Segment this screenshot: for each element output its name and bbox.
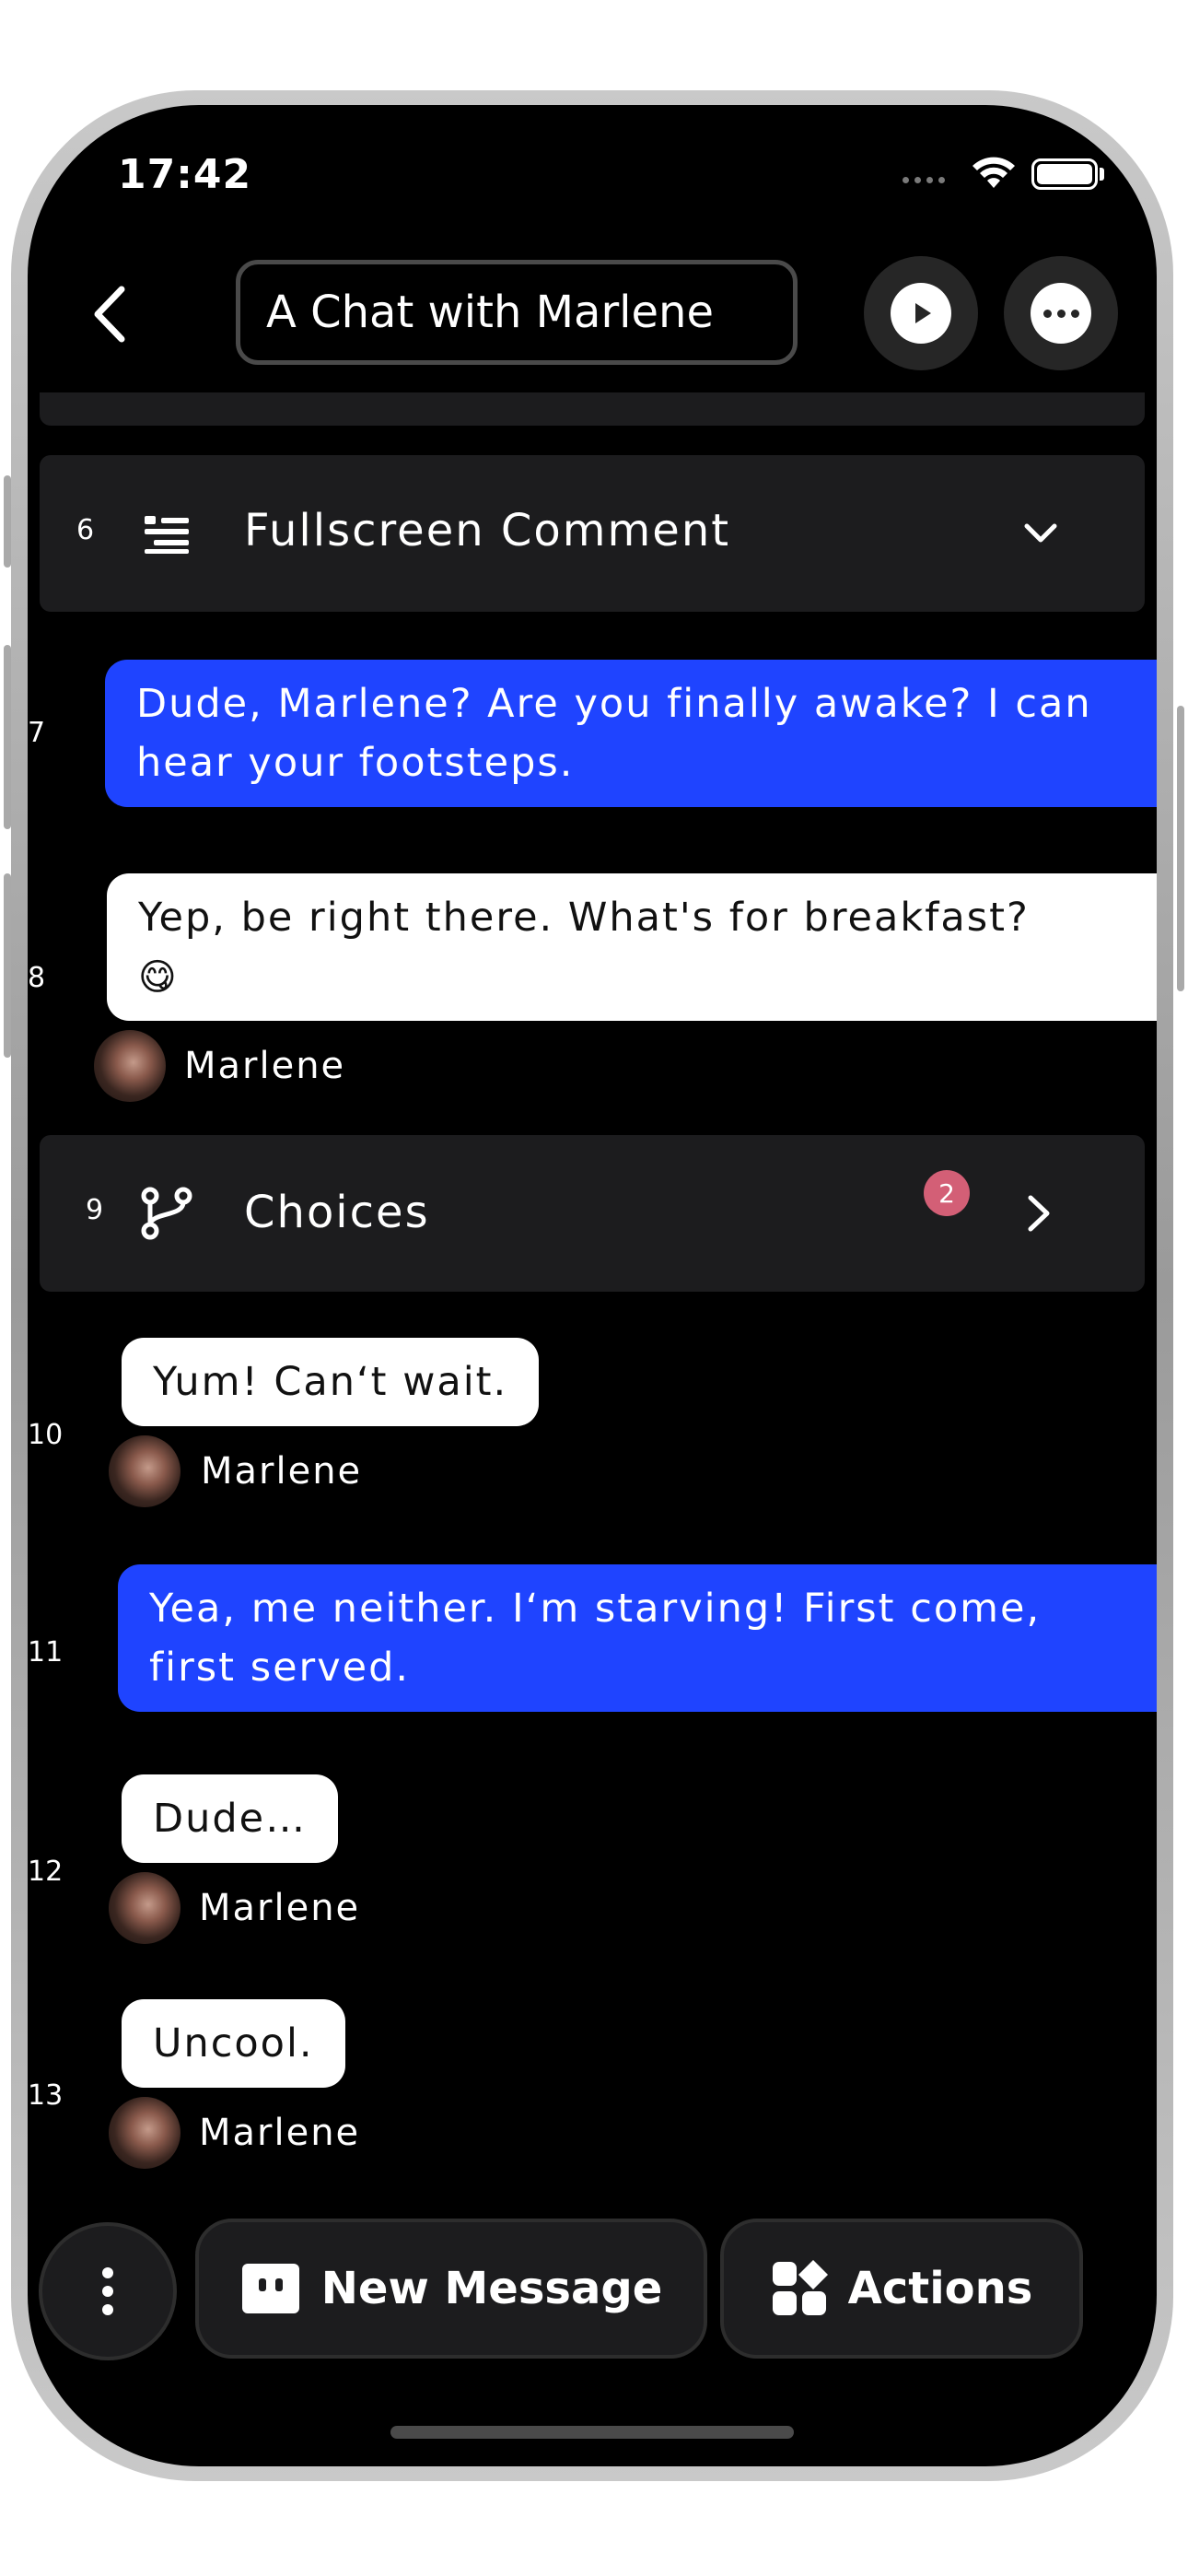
chevron-right-icon[interactable] bbox=[1023, 1192, 1054, 1235]
incoming-message-bubble[interactable]: Yep, be right there. What's for breakfas… bbox=[107, 873, 1157, 1021]
outgoing-message-bubble[interactable]: Dude, Marlene? Are you finally awake? I … bbox=[105, 660, 1157, 807]
sender-name: Marlene bbox=[201, 1450, 363, 1493]
status-time: 17:42 bbox=[118, 151, 252, 198]
message-text: Uncool. bbox=[153, 2020, 314, 2067]
row-number: 12 bbox=[28, 1856, 64, 1888]
wifi-icon bbox=[973, 157, 1015, 188]
choices-count-badge: 2 bbox=[924, 1170, 970, 1216]
battery-icon bbox=[1031, 158, 1098, 190]
row-number: 11 bbox=[28, 1636, 64, 1669]
fullscreen-comment-row[interactable]: 6 Fullscreen Comment bbox=[40, 455, 1145, 612]
row-number: 6 bbox=[76, 514, 95, 546]
row-number: 10 bbox=[28, 1419, 64, 1451]
avatar[interactable] bbox=[94, 1030, 166, 1102]
play-icon bbox=[915, 303, 931, 323]
row-number: 7 bbox=[28, 717, 46, 749]
grid-shapes-icon bbox=[772, 2260, 828, 2315]
menu-button[interactable] bbox=[39, 2222, 177, 2360]
avatar[interactable] bbox=[109, 1435, 181, 1507]
phone-screen: 17:42 A Chat with Marlene 6 Fullscreen C… bbox=[28, 105, 1157, 2466]
message-text: Yea, me neither. I‘m starving! First com… bbox=[149, 1586, 1042, 1691]
fullscreen-comment-icon bbox=[145, 516, 189, 554]
battery-cap bbox=[1100, 168, 1104, 181]
sender-name: Marlene bbox=[184, 1045, 346, 1087]
new-message-label: New Message bbox=[320, 2263, 663, 2314]
sender-name: Marlene bbox=[199, 2112, 361, 2154]
incoming-message-bubble[interactable]: Dude… bbox=[122, 1774, 339, 1863]
avatar[interactable] bbox=[109, 1872, 181, 1944]
choices-row[interactable]: 9 Choices 2 bbox=[40, 1135, 1145, 1292]
incoming-message-bubble[interactable]: Yum! Can‘t wait. bbox=[122, 1338, 540, 1426]
row-label: Fullscreen Comment bbox=[244, 505, 731, 556]
branch-icon bbox=[141, 1187, 192, 1240]
outgoing-message-bubble[interactable]: Yea, me neither. I‘m starving! First com… bbox=[118, 1564, 1157, 1712]
emoji-face-icon: 😋 bbox=[138, 956, 179, 999]
row-number: 13 bbox=[28, 2079, 64, 2112]
avatar[interactable] bbox=[109, 2097, 181, 2169]
row-label: Choices bbox=[244, 1187, 430, 1238]
action-button bbox=[4, 475, 11, 568]
play-button[interactable] bbox=[864, 256, 978, 370]
sender-name: Marlene bbox=[199, 1887, 361, 1929]
message-text: Yum! Can‘t wait. bbox=[153, 1359, 508, 1405]
previous-row-card[interactable] bbox=[40, 392, 1145, 426]
chat-title: A Chat with Marlene bbox=[266, 287, 714, 338]
row-number: 8 bbox=[28, 962, 46, 994]
power-button bbox=[1177, 706, 1184, 991]
actions-button[interactable]: Actions bbox=[720, 2219, 1083, 2359]
more-options-button[interactable] bbox=[1004, 256, 1118, 370]
actions-label: Actions bbox=[847, 2263, 1033, 2314]
row-number: 9 bbox=[86, 1194, 104, 1226]
chevron-down-icon[interactable] bbox=[1021, 520, 1060, 547]
back-chevron-icon[interactable] bbox=[85, 282, 140, 346]
message-text: Dude, Marlene? Are you finally awake? I … bbox=[136, 681, 1092, 786]
cellular-signal-icon bbox=[903, 177, 945, 183]
home-indicator[interactable] bbox=[390, 2426, 794, 2439]
ellipsis-icon bbox=[1031, 283, 1091, 344]
new-message-button[interactable]: New Message bbox=[195, 2219, 707, 2359]
message-text: Dude… bbox=[153, 1796, 308, 1842]
chat-bubble-icon bbox=[241, 2264, 299, 2313]
message-text: Yep, be right there. What's for breakfas… bbox=[138, 895, 1030, 941]
vertical-ellipsis-icon bbox=[102, 2267, 113, 2315]
incoming-message-bubble[interactable]: Uncool. bbox=[122, 1999, 345, 2088]
chat-title-field[interactable]: A Chat with Marlene bbox=[236, 260, 798, 365]
volume-down-button bbox=[4, 873, 11, 1058]
volume-up-button bbox=[4, 645, 11, 829]
